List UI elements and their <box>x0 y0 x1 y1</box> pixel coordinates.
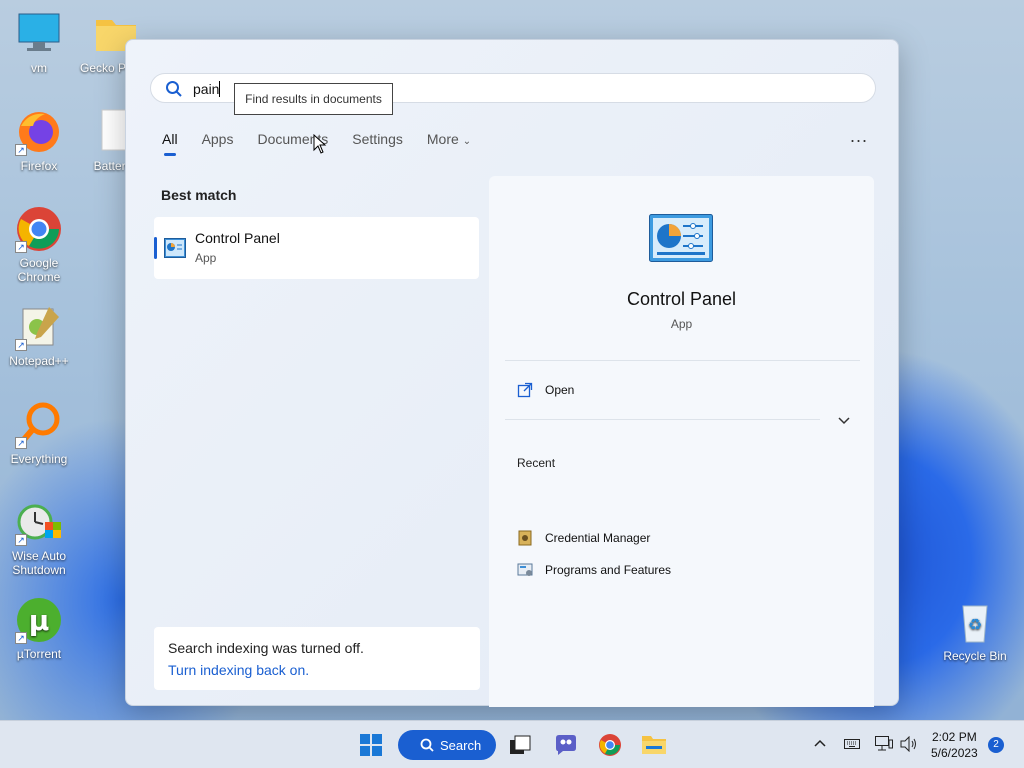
desktop-icon-label: Notepad++ <box>9 354 69 368</box>
recent-item-label: Credential Manager <box>545 531 651 545</box>
taskbar-search-button[interactable]: Search <box>398 730 496 760</box>
best-match-heading: Best match <box>161 187 237 203</box>
recycle-bin-icon: ♻ <box>951 598 999 646</box>
utorrent-icon: µ ↗ <box>15 596 63 644</box>
svg-text:♻: ♻ <box>968 615 982 634</box>
result-detail-pane: Control Panel App Open Recent Credential… <box>489 176 874 707</box>
result-name: Control Panel <box>195 230 280 246</box>
desktop-icon-vm[interactable]: vm <box>1 10 77 75</box>
detail-name: Control Panel <box>626 289 737 309</box>
search-panel: pain Find results in documents All Apps … <box>125 39 899 707</box>
search-icon <box>166 81 182 97</box>
recent-heading: Recent <box>517 456 556 470</box>
network-icon[interactable] <box>875 736 893 752</box>
desktop-icon-label: Firefox <box>20 159 58 173</box>
best-match-result[interactable]: Control Panel App <box>154 217 479 279</box>
divider <box>505 360 860 361</box>
taskbar-search-label: Search <box>440 737 482 753</box>
result-type: App <box>195 251 217 265</box>
open-label: Open <box>545 383 575 397</box>
more-options-button[interactable]: ... <box>850 126 868 147</box>
desktop-icon-wise[interactable]: ↗ Wise Auto Shutdown <box>1 498 77 577</box>
desktop-icon-utorrent[interactable]: µ ↗ µTorrent <box>1 596 77 661</box>
clock-date: 5/6/2023 <box>931 746 978 760</box>
desktop-icon-label: Recycle Bin <box>943 649 1007 663</box>
tab-more-label: More <box>426 131 459 147</box>
search-tabs: All Apps Documents Settings More ⌄ <box>162 131 495 159</box>
desktop-icon-recycle-bin[interactable]: ♻ Recycle Bin <box>937 598 1013 663</box>
firefox-icon: ↗ <box>15 108 63 156</box>
recent-item-credential-manager[interactable]: Credential Manager <box>517 530 650 546</box>
chevron-down-icon[interactable] <box>837 413 851 427</box>
indexing-notice: Search indexing was turned off. Turn ind… <box>154 627 480 690</box>
clock-icon: ↗ <box>15 498 63 546</box>
notepadpp-icon: ↗ <box>15 303 63 351</box>
desktop-icon-label: Wise Auto Shutdown <box>11 549 67 577</box>
credential-manager-icon <box>518 530 532 546</box>
chrome-icon[interactable] <box>598 733 622 757</box>
open-external-icon <box>517 382 533 398</box>
programs-features-icon <box>517 563 533 576</box>
chevron-up-icon[interactable] <box>813 737 827 751</box>
search-query: pain <box>193 81 220 97</box>
mouse-cursor-icon <box>313 134 327 154</box>
chrome-icon: ↗ <box>15 205 63 253</box>
clock-time: 2:02 PM <box>932 730 977 744</box>
tab-all[interactable]: All <box>162 131 178 159</box>
chat-icon[interactable] <box>554 734 578 756</box>
file-explorer-icon[interactable] <box>641 733 667 755</box>
text-caret <box>219 81 221 97</box>
tab-settings[interactable]: Settings <box>352 131 403 159</box>
desktop-icon-label: Everything <box>10 452 68 466</box>
desktop-icon-chrome[interactable]: ↗ Google Chrome <box>1 205 77 284</box>
desktop-icon-label: vm <box>31 61 47 75</box>
indexing-message: Search indexing was turned off. <box>168 640 364 656</box>
open-action[interactable]: Open <box>517 382 574 398</box>
tab-more[interactable]: More ⌄ <box>427 131 471 159</box>
notification-badge[interactable]: 2 <box>988 737 1004 753</box>
turn-indexing-on-link[interactable]: Turn indexing back on. <box>168 662 309 678</box>
recent-item-label: Programs and Features <box>545 563 672 577</box>
system-clock[interactable]: 2:02 PM 5/6/2023 <box>931 729 978 761</box>
svg-text:µ: µ <box>29 604 50 637</box>
detail-type: App <box>670 317 693 331</box>
desktop-icon-label: Google Chrome <box>17 256 61 284</box>
selection-indicator <box>154 237 157 259</box>
chevron-down-icon: ⌄ <box>462 136 472 147</box>
task-view-icon[interactable] <box>509 735 531 755</box>
tooltip: Find results in documents <box>234 83 393 115</box>
tab-apps[interactable]: Apps <box>202 131 234 159</box>
desktop-icon-firefox[interactable]: ↗ Firefox <box>1 108 77 173</box>
divider <box>505 419 820 420</box>
monitor-icon <box>15 10 63 58</box>
keyboard-icon[interactable] <box>844 737 860 751</box>
control-panel-icon <box>649 214 713 262</box>
windows-start-icon[interactable] <box>360 734 382 756</box>
desktop-icon-notepadpp[interactable]: ↗ Notepad++ <box>1 303 77 368</box>
search-icon <box>420 738 434 752</box>
volume-icon[interactable] <box>900 736 918 752</box>
desktop-icon-label: µTorrent <box>16 647 62 661</box>
search-magnifier-icon: ↗ <box>15 401 63 449</box>
recent-item-programs-and-features[interactable]: Programs and Features <box>517 562 671 578</box>
taskbar: Search 2:02 PM 5/6/2023 2 <box>0 720 1024 768</box>
desktop-icon-everything[interactable]: ↗ Everything <box>1 401 77 466</box>
control-panel-icon <box>164 238 186 258</box>
